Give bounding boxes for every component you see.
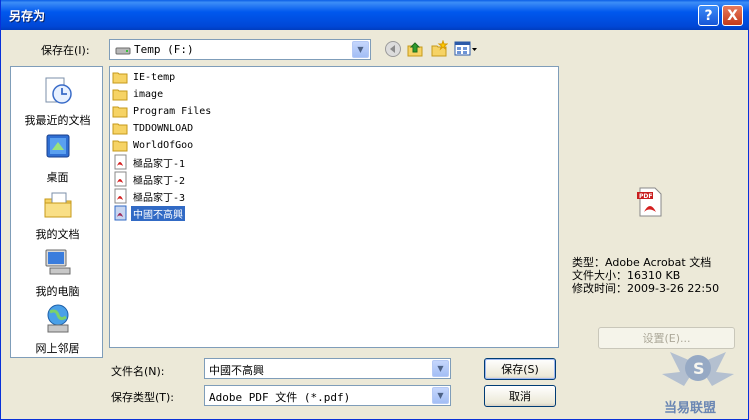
file-type-info: 类型：Adobe Acrobat 文档 — [572, 256, 712, 269]
save-button[interactable]: 保存(S) — [484, 358, 556, 380]
file-name: 極品家丁-3 — [133, 192, 186, 204]
folder-icon — [112, 89, 128, 101]
file-name: Program Files — [133, 105, 212, 117]
file-item[interactable]: Program Files — [112, 103, 213, 119]
my-documents-icon — [44, 192, 71, 218]
save-as-dialog: 另存为 ? X 保存在(I): Temp (F:) ▼ 我最近的文档 桌面 我的… — [0, 0, 749, 420]
file-name: WorldOfGoo — [133, 139, 194, 151]
help-button[interactable]: ? — [698, 5, 719, 26]
file-item-selected[interactable]: 中國不高興 — [112, 205, 185, 221]
place-label: 我的电脑 — [35, 285, 80, 298]
recent-docs-icon — [45, 77, 72, 104]
title-bar: 另存为 ? X — [1, 0, 749, 30]
new-folder-icon[interactable] — [430, 40, 448, 58]
file-name: TDDOWNLOAD — [133, 122, 194, 134]
file-item[interactable]: 極品家丁-1 — [112, 154, 187, 170]
filename-field[interactable]: 中國不高興 ▼ — [204, 358, 451, 379]
file-name: 極品家丁-2 — [133, 175, 186, 187]
filetype-label: 保存类型(T): — [111, 391, 175, 404]
pdf-icon — [114, 205, 127, 221]
file-name: 中國不高興 — [131, 205, 185, 221]
file-name: 極品家丁-1 — [133, 158, 186, 170]
file-item[interactable]: TDDOWNLOAD — [112, 120, 195, 136]
place-label: 桌面 — [46, 171, 69, 184]
drive-icon — [115, 47, 131, 55]
cancel-button[interactable]: 取消 — [484, 385, 556, 407]
save-in-value: Temp (F:) — [134, 43, 194, 56]
place-desktop[interactable]: 桌面 — [11, 132, 104, 185]
pdf-icon — [114, 154, 127, 170]
file-item[interactable]: IE-temp — [112, 69, 177, 85]
pdf-icon — [114, 188, 127, 204]
file-item[interactable]: 極品家丁-2 — [112, 171, 187, 187]
file-size-info: 文件大小：16310 KB — [572, 269, 681, 282]
file-item[interactable]: WorldOfGoo — [112, 137, 195, 153]
back-icon[interactable] — [384, 40, 402, 58]
close-button[interactable]: X — [722, 5, 743, 26]
filetype-select[interactable]: Adobe PDF 文件 (*.pdf) ▼ — [204, 385, 451, 406]
place-recent-docs[interactable]: 我最近的文档 — [11, 75, 104, 128]
window-title: 另存为 — [9, 9, 46, 23]
filetype-value: Adobe PDF 文件 (*.pdf) — [209, 391, 351, 404]
file-item[interactable]: image — [112, 86, 165, 102]
place-label: 网上邻居 — [35, 342, 80, 355]
chevron-down-icon[interactable]: ▼ — [432, 360, 449, 377]
place-label: 我最近的文档 — [24, 114, 91, 127]
file-item[interactable]: 極品家丁-3 — [112, 188, 187, 204]
watermark-text: 当易联盟 — [664, 401, 717, 416]
folder-icon — [112, 72, 128, 84]
folder-icon — [112, 106, 128, 118]
filename-value: 中國不高興 — [209, 364, 264, 377]
up-folder-icon[interactable] — [406, 40, 424, 58]
place-my-computer[interactable]: 我的电脑 — [11, 246, 104, 299]
save-in-label: 保存在(I): — [41, 44, 90, 57]
desktop-icon — [46, 134, 69, 158]
svg-text:PDF: PDF — [639, 193, 652, 200]
place-my-documents[interactable]: 我的文档 — [11, 189, 104, 242]
place-network[interactable]: 网上邻居 — [11, 303, 104, 356]
file-list[interactable]: IE-temp image Program Files TDDOWNLOAD W… — [109, 66, 559, 348]
place-label: 我的文档 — [35, 228, 80, 241]
file-name: image — [133, 88, 164, 100]
chevron-down-icon[interactable]: ▼ — [432, 387, 449, 404]
folder-icon — [112, 123, 128, 135]
filename-label: 文件名(N): — [111, 365, 165, 378]
pdf-icon — [114, 171, 127, 187]
chevron-down-icon[interactable]: ▼ — [352, 41, 369, 58]
view-menu-icon[interactable] — [454, 40, 478, 58]
network-places-icon — [47, 304, 68, 333]
file-name: IE-temp — [133, 71, 176, 83]
my-computer-icon — [45, 249, 70, 275]
file-modified-info: 修改时间：2009-3-26 22:50 — [572, 282, 720, 295]
svg-text:S: S — [693, 359, 705, 378]
file-info: 类型：Adobe Acrobat 文档 文件大小：16310 KB 修改时间：2… — [572, 256, 719, 295]
pdf-preview-icon: PDF — [637, 187, 662, 217]
places-bar: 我最近的文档 桌面 我的文档 我的电脑 网上邻居 — [10, 66, 103, 358]
folder-icon — [112, 140, 128, 152]
save-in-combo[interactable]: Temp (F:) ▼ — [109, 39, 371, 60]
